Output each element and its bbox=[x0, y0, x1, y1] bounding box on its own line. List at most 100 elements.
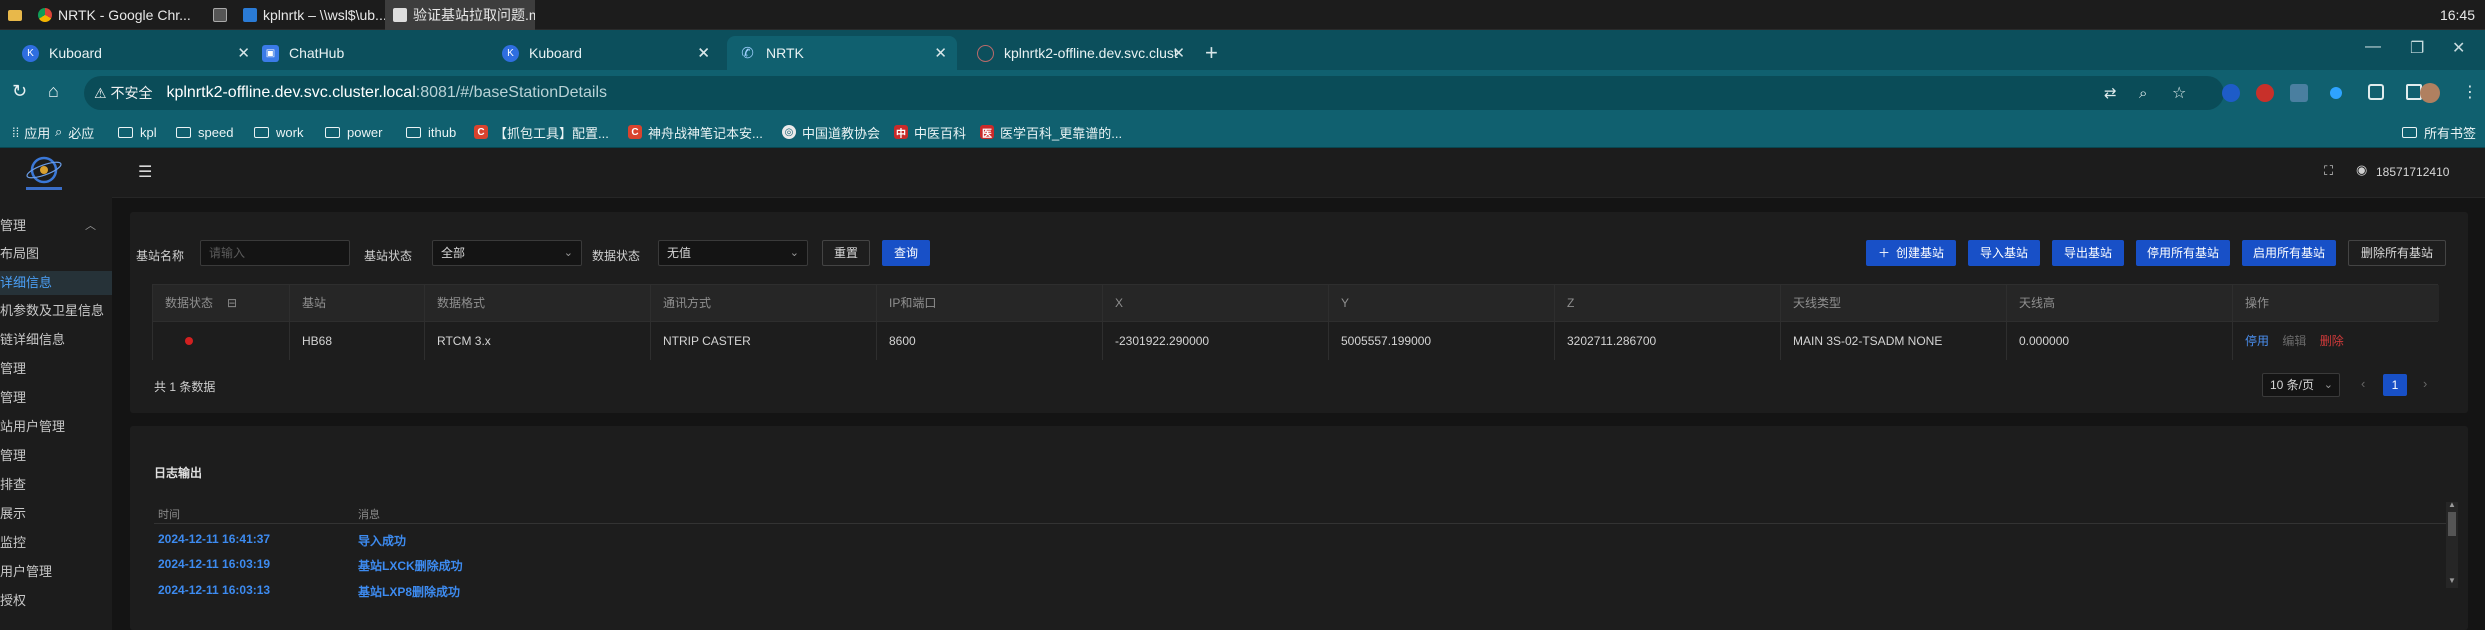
tab-nrtk[interactable]: ✆ NRTK ✕ bbox=[727, 36, 957, 70]
bookmark-star-icon[interactable]: ☆ bbox=[2172, 83, 2186, 103]
total-count: 共 1 条数据 bbox=[154, 380, 216, 394]
apps-grid-icon: ⁞⁞ bbox=[12, 124, 20, 140]
chrome-taskbar-item[interactable]: NRTK - Google Chr... bbox=[30, 0, 205, 30]
bookmark-folder-work[interactable]: work bbox=[254, 116, 303, 148]
station-name-input[interactable]: 请输入 bbox=[200, 240, 350, 266]
bookmark-folder-power[interactable]: power bbox=[325, 116, 382, 148]
filter-icon[interactable]: ⊟ bbox=[227, 296, 237, 310]
close-icon[interactable]: ✕ bbox=[1172, 44, 1185, 62]
maximize-icon[interactable]: ❐ bbox=[2410, 38, 2424, 58]
page-1-button[interactable]: 1 bbox=[2383, 374, 2407, 396]
col-comm: 通讯方式 bbox=[651, 285, 877, 321]
enable-all-button[interactable]: 启用所有基站 bbox=[2242, 240, 2336, 266]
os-taskbar: NRTK - Google Chr... kplnrtk – \\wsl$\ub… bbox=[0, 0, 2485, 30]
extension-red-icon[interactable] bbox=[2256, 84, 2274, 102]
fullscreen-icon[interactable]: ⛶ bbox=[2324, 163, 2333, 179]
zoom-icon[interactable]: ⌕ bbox=[2139, 85, 2147, 102]
tab-offline-site[interactable]: kplnrtk2-offline.dev.svc.clust ✕ bbox=[965, 36, 1195, 70]
address-bar[interactable]: ⚠ 不安全 kplnrtk2-offline.dev.svc.cluster.l… bbox=[84, 76, 2224, 110]
extension-diamond-icon[interactable] bbox=[2327, 84, 2345, 102]
reload-icon[interactable]: ↻ bbox=[12, 81, 27, 102]
kuboard-icon: K bbox=[22, 44, 39, 62]
chevron-down-icon: ⌄ bbox=[563, 247, 573, 259]
bookmark-hasee[interactable]: C 神舟战神笔记本安... bbox=[628, 116, 763, 148]
sidebar-item-manage-4[interactable]: 管理 bbox=[0, 444, 112, 468]
menu-toggle-icon[interactable]: ☰ bbox=[138, 162, 152, 182]
home-icon[interactable]: ⌂ bbox=[48, 81, 59, 102]
log-scrollbar[interactable]: ▲ ▼ bbox=[2446, 500, 2458, 588]
sidebar-item-authorize[interactable]: 授权 bbox=[0, 589, 112, 613]
close-icon[interactable]: ✕ bbox=[934, 44, 947, 62]
edit-link[interactable]: 编辑 bbox=[2282, 334, 2306, 348]
disable-link[interactable]: 停用 bbox=[2245, 334, 2269, 348]
sidebar-item-monitor[interactable]: 监控 bbox=[0, 531, 112, 555]
export-station-button[interactable]: 导出基站 bbox=[2052, 240, 2124, 266]
create-station-button[interactable]: ＋创建基站 bbox=[1866, 240, 1956, 266]
sidebar-item-details[interactable]: 详细信息 bbox=[0, 271, 112, 295]
col-format: 数据格式 bbox=[425, 285, 651, 321]
close-icon[interactable]: ✕ bbox=[697, 44, 710, 62]
status-dot bbox=[185, 337, 193, 345]
sidebar-item-manage[interactable]: 管理 ︿ bbox=[0, 214, 112, 238]
vscode-taskbar-item[interactable]: kplnrtk – \\wsl$\ub... bbox=[235, 0, 385, 30]
bookmark-apps[interactable]: ⁞⁞ 应用 bbox=[12, 116, 50, 148]
browser-tab-bar: K Kuboard ✕ ▣ ChatHub ✕ K Kuboard ✕ ✆ NR… bbox=[0, 30, 2485, 70]
sidebar-item-layout[interactable]: 布局图 bbox=[0, 242, 112, 266]
log-row: 2024-12-11 16:41:37 导入成功 bbox=[158, 532, 407, 548]
cell-antenna-type: MAIN 3S-02-TSADM NONE bbox=[1781, 322, 2007, 360]
disable-all-button[interactable]: 停用所有基站 bbox=[2136, 240, 2230, 266]
profile-avatar[interactable] bbox=[2420, 83, 2440, 103]
tab-kuboard-2[interactable]: K Kuboard ✕ bbox=[490, 36, 720, 70]
bookmark-taoist[interactable]: ◎ 中国道教协会 bbox=[782, 116, 880, 148]
minimize-icon[interactable]: — bbox=[2365, 38, 2381, 56]
sidebar-item-troubleshoot[interactable]: 排查 bbox=[0, 473, 112, 497]
bookmark-tcm[interactable]: 中中医百科 bbox=[894, 116, 966, 148]
explorer-taskbar-item[interactable] bbox=[0, 0, 30, 30]
scroll-down-icon[interactable]: ▼ bbox=[2448, 576, 2456, 585]
sidebar-item-user-manage[interactable]: 用户管理 bbox=[0, 560, 112, 584]
page-size-select[interactable]: 10 条/页 ⌄ bbox=[2262, 373, 2340, 397]
bookmark-medical[interactable]: 医医学百科_更靠谱的... bbox=[980, 116, 1122, 148]
extension-puzzle-icon[interactable] bbox=[2368, 84, 2384, 100]
next-page-icon[interactable]: › bbox=[2423, 376, 2427, 391]
menu-dots-icon[interactable]: ⋮ bbox=[2462, 82, 2478, 102]
station-table: 数据状态 ⊟ 基站 数据格式 通讯方式 IP和端口 X Y Z 天线类型 天线高 … bbox=[152, 284, 2439, 360]
terminal-taskbar-item[interactable] bbox=[205, 0, 235, 30]
sidebar-item-manage-2[interactable]: 管理 bbox=[0, 357, 112, 381]
extension-grid-icon[interactable] bbox=[2290, 84, 2308, 102]
not-secure-indicator[interactable]: ⚠ 不安全 bbox=[94, 83, 152, 103]
tab-kuboard-1[interactable]: K Kuboard ✕ bbox=[10, 36, 260, 70]
sidebar-item-receiver-params[interactable]: 机参数及卫星信息 bbox=[0, 299, 112, 323]
bookmark-capture-tool[interactable]: C 【抓包工具】配置... bbox=[474, 116, 609, 148]
close-window-icon[interactable]: ✕ bbox=[2452, 38, 2465, 58]
delete-all-button[interactable]: 删除所有基站 bbox=[2348, 240, 2446, 266]
app-header: ☰ ⛶ ◉ 18571712410 bbox=[112, 148, 2485, 198]
import-station-button[interactable]: 导入基站 bbox=[1968, 240, 2040, 266]
extension-blue-icon[interactable] bbox=[2222, 84, 2240, 102]
bookmark-folder-kpl[interactable]: kpl bbox=[118, 116, 157, 148]
query-button[interactable]: 查询 bbox=[882, 240, 930, 266]
bookmark-bing[interactable]: ⌕ 必应 bbox=[55, 116, 94, 148]
new-tab-icon[interactable]: + bbox=[1205, 40, 1218, 66]
cell-station: HB68 bbox=[290, 322, 425, 360]
station-status-select[interactable]: 全部 ⌄ bbox=[432, 240, 582, 266]
reset-button[interactable]: 重置 bbox=[822, 240, 870, 266]
translate-icon[interactable]: ⇄ bbox=[2104, 84, 2117, 102]
close-icon[interactable]: ✕ bbox=[237, 44, 250, 62]
typora-taskbar-item[interactable]: 验证基站拉取问题.m... bbox=[385, 0, 535, 30]
bookmark-folder-speed[interactable]: speed bbox=[176, 116, 233, 148]
sidebar-item-link-details[interactable]: 链详细信息 bbox=[0, 328, 112, 352]
sidebar-item-station-users[interactable]: 站用户管理 bbox=[0, 415, 112, 439]
sidebar-item-manage-3[interactable]: 管理 bbox=[0, 386, 112, 410]
data-status-select[interactable]: 无值 ⌄ bbox=[658, 240, 808, 266]
scroll-up-icon[interactable]: ▲ bbox=[2448, 500, 2456, 509]
user-account[interactable]: 18571712410 bbox=[2376, 165, 2449, 179]
delete-link[interactable]: 删除 bbox=[2320, 334, 2344, 348]
log-col-time: 时间 bbox=[158, 509, 180, 521]
prev-page-icon[interactable]: ‹ bbox=[2361, 376, 2365, 391]
bookmark-folder-ithub[interactable]: ithub bbox=[406, 116, 456, 148]
sidebar-item-display[interactable]: 展示 bbox=[0, 502, 112, 526]
bookmark-all[interactable]: 所有书签 bbox=[2402, 116, 2476, 148]
scrollbar-thumb[interactable] bbox=[2448, 512, 2456, 536]
log-header-divider bbox=[154, 523, 2450, 524]
